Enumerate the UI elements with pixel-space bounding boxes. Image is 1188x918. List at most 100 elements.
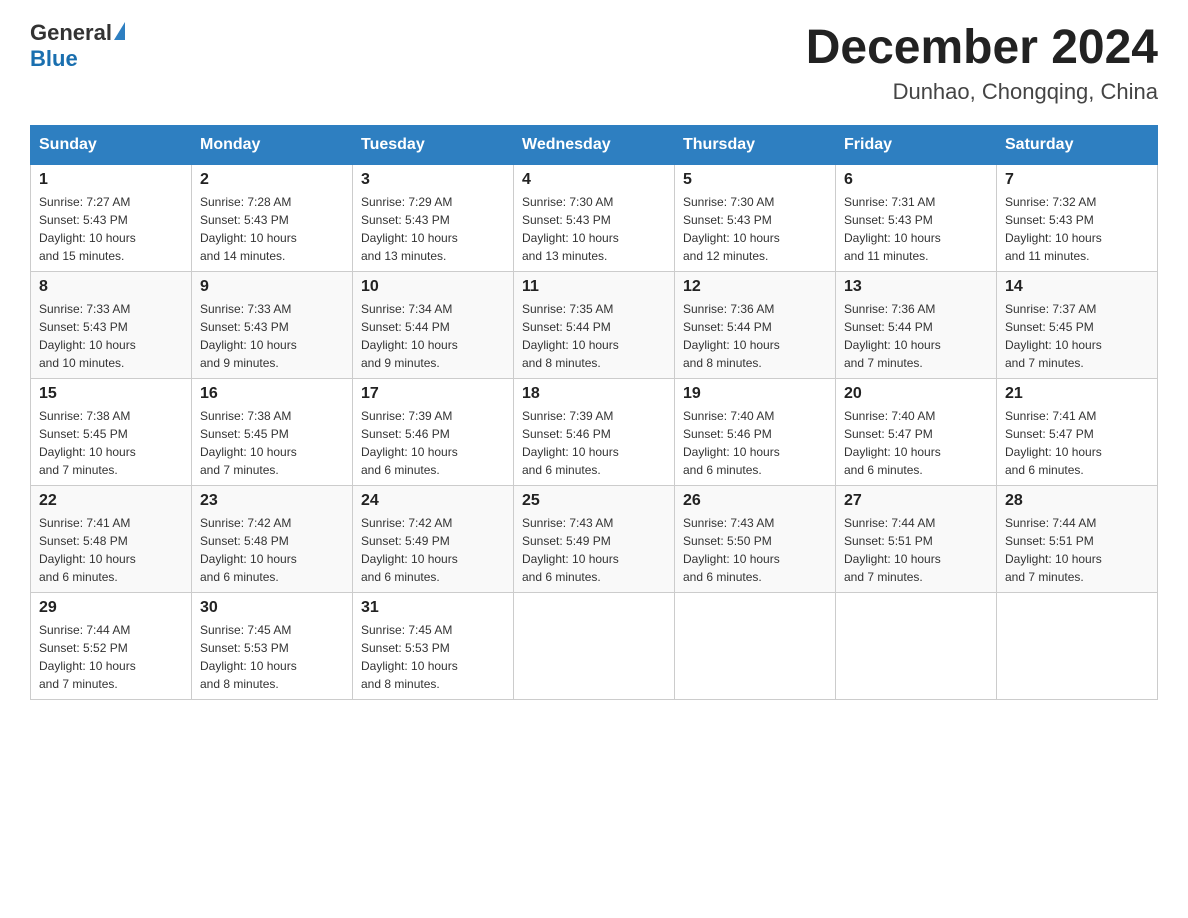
day-info: Sunrise: 7:34 AMSunset: 5:44 PMDaylight:… — [361, 300, 505, 372]
day-number: 18 — [522, 385, 666, 403]
day-info: Sunrise: 7:30 AMSunset: 5:43 PMDaylight:… — [683, 193, 827, 265]
day-number: 5 — [683, 171, 827, 189]
calendar-cell: 30 Sunrise: 7:45 AMSunset: 5:53 PMDayligh… — [192, 593, 353, 700]
day-info: Sunrise: 7:31 AMSunset: 5:43 PMDaylight:… — [844, 193, 988, 265]
week-row-4: 22 Sunrise: 7:41 AMSunset: 5:48 PMDayligh… — [31, 486, 1158, 593]
day-info: Sunrise: 7:40 AMSunset: 5:47 PMDaylight:… — [844, 407, 988, 479]
calendar-cell: 20 Sunrise: 7:40 AMSunset: 5:47 PMDayligh… — [836, 379, 997, 486]
calendar-cell: 6 Sunrise: 7:31 AMSunset: 5:43 PMDaylight… — [836, 165, 997, 272]
day-number: 24 — [361, 492, 505, 510]
day-info: Sunrise: 7:38 AMSunset: 5:45 PMDaylight:… — [200, 407, 344, 479]
calendar-cell: 29Sunrise: 7:44 AMSunset: 5:52 PMDayligh… — [31, 593, 192, 700]
calendar-cell: 23Sunrise: 7:42 AMSunset: 5:48 PMDayligh… — [192, 486, 353, 593]
calendar-cell: 24 Sunrise: 7:42 AMSunset: 5:49 PMDayligh… — [353, 486, 514, 593]
week-row-2: 8 Sunrise: 7:33 AMSunset: 5:43 PMDaylight… — [31, 272, 1158, 379]
calendar-cell: 13 Sunrise: 7:36 AMSunset: 5:44 PMDayligh… — [836, 272, 997, 379]
day-number: 3 — [361, 171, 505, 189]
day-info: Sunrise: 7:28 AMSunset: 5:43 PMDaylight:… — [200, 193, 344, 265]
day-info: Sunrise: 7:41 AMSunset: 5:47 PMDaylight:… — [1005, 407, 1149, 479]
day-number: 9 — [200, 278, 344, 296]
calendar-table: SundayMondayTuesdayWednesdayThursdayFrid… — [30, 125, 1158, 700]
header-wednesday: Wednesday — [514, 126, 675, 165]
calendar-cell: 2 Sunrise: 7:28 AMSunset: 5:43 PMDaylight… — [192, 165, 353, 272]
day-number: 15 — [39, 385, 183, 403]
day-info: Sunrise: 7:45 AMSunset: 5:53 PMDaylight:… — [200, 621, 344, 693]
header-saturday: Saturday — [997, 126, 1158, 165]
day-number: 25 — [522, 492, 666, 510]
day-number: 23 — [200, 492, 344, 510]
day-info: Sunrise: 7:37 AMSunset: 5:45 PMDaylight:… — [1005, 300, 1149, 372]
calendar-cell: 14 Sunrise: 7:37 AMSunset: 5:45 PMDayligh… — [997, 272, 1158, 379]
day-number: 30 — [200, 599, 344, 617]
calendar-subtitle: Dunhao, Chongqing, China — [806, 79, 1158, 105]
day-info: Sunrise: 7:29 AMSunset: 5:43 PMDaylight:… — [361, 193, 505, 265]
day-number: 22 — [39, 492, 183, 510]
header: General Blue December 2024 Dunhao, Chong… — [30, 20, 1158, 105]
calendar-cell — [997, 593, 1158, 700]
calendar-cell — [514, 593, 675, 700]
day-info: Sunrise: 7:39 AMSunset: 5:46 PMDaylight:… — [361, 407, 505, 479]
day-number: 6 — [844, 171, 988, 189]
calendar-cell: 10 Sunrise: 7:34 AMSunset: 5:44 PMDayligh… — [353, 272, 514, 379]
calendar-cell: 18Sunrise: 7:39 AMSunset: 5:46 PMDayligh… — [514, 379, 675, 486]
day-number: 10 — [361, 278, 505, 296]
day-number: 26 — [683, 492, 827, 510]
day-info: Sunrise: 7:36 AMSunset: 5:44 PMDaylight:… — [844, 300, 988, 372]
calendar-cell: 7Sunrise: 7:32 AMSunset: 5:43 PMDaylight… — [997, 165, 1158, 272]
day-info: Sunrise: 7:43 AMSunset: 5:49 PMDaylight:… — [522, 514, 666, 586]
calendar-cell: 21 Sunrise: 7:41 AMSunset: 5:47 PMDayligh… — [997, 379, 1158, 486]
calendar-cell: 5 Sunrise: 7:30 AMSunset: 5:43 PMDaylight… — [675, 165, 836, 272]
calendar-cell — [675, 593, 836, 700]
calendar-cell: 19 Sunrise: 7:40 AMSunset: 5:46 PMDayligh… — [675, 379, 836, 486]
day-info: Sunrise: 7:43 AMSunset: 5:50 PMDaylight:… — [683, 514, 827, 586]
logo: General Blue — [30, 20, 125, 72]
calendar-cell: 4Sunrise: 7:30 AMSunset: 5:43 PMDaylight… — [514, 165, 675, 272]
day-number: 8 — [39, 278, 183, 296]
day-info: Sunrise: 7:33 AMSunset: 5:43 PMDaylight:… — [200, 300, 344, 372]
calendar-cell: 25 Sunrise: 7:43 AMSunset: 5:49 PMDayligh… — [514, 486, 675, 593]
logo-blue-text: Blue — [30, 46, 78, 72]
day-info: Sunrise: 7:40 AMSunset: 5:46 PMDaylight:… — [683, 407, 827, 479]
day-number: 21 — [1005, 385, 1149, 403]
day-number: 1 — [39, 171, 183, 189]
day-number: 31 — [361, 599, 505, 617]
day-number: 20 — [844, 385, 988, 403]
day-number: 17 — [361, 385, 505, 403]
calendar-cell: 31 Sunrise: 7:45 AMSunset: 5:53 PMDayligh… — [353, 593, 514, 700]
week-row-1: 1Sunrise: 7:27 AMSunset: 5:43 PMDaylight… — [31, 165, 1158, 272]
calendar-cell: 12Sunrise: 7:36 AMSunset: 5:44 PMDayligh… — [675, 272, 836, 379]
logo-general-text: General — [30, 20, 112, 46]
calendar-cell: 27 Sunrise: 7:44 AMSunset: 5:51 PMDayligh… — [836, 486, 997, 593]
header-tuesday: Tuesday — [353, 126, 514, 165]
day-info: Sunrise: 7:32 AMSunset: 5:43 PMDaylight:… — [1005, 193, 1149, 265]
calendar-cell: 11 Sunrise: 7:35 AMSunset: 5:44 PMDayligh… — [514, 272, 675, 379]
calendar-header-row: SundayMondayTuesdayWednesdayThursdayFrid… — [31, 126, 1158, 165]
week-row-3: 15 Sunrise: 7:38 AMSunset: 5:45 PMDayligh… — [31, 379, 1158, 486]
title-area: December 2024 Dunhao, Chongqing, China — [806, 20, 1158, 105]
day-number: 14 — [1005, 278, 1149, 296]
logo-triangle-icon — [114, 22, 125, 40]
day-number: 2 — [200, 171, 344, 189]
calendar-cell: 26 Sunrise: 7:43 AMSunset: 5:50 PMDayligh… — [675, 486, 836, 593]
day-info: Sunrise: 7:44 AMSunset: 5:51 PMDaylight:… — [1005, 514, 1149, 586]
header-thursday: Thursday — [675, 126, 836, 165]
header-monday: Monday — [192, 126, 353, 165]
day-number: 11 — [522, 278, 666, 296]
day-info: Sunrise: 7:42 AMSunset: 5:49 PMDaylight:… — [361, 514, 505, 586]
day-number: 19 — [683, 385, 827, 403]
day-number: 16 — [200, 385, 344, 403]
calendar-cell: 1Sunrise: 7:27 AMSunset: 5:43 PMDaylight… — [31, 165, 192, 272]
day-info: Sunrise: 7:35 AMSunset: 5:44 PMDaylight:… — [522, 300, 666, 372]
day-number: 27 — [844, 492, 988, 510]
day-info: Sunrise: 7:41 AMSunset: 5:48 PMDaylight:… — [39, 514, 183, 586]
calendar-cell: 9 Sunrise: 7:33 AMSunset: 5:43 PMDaylight… — [192, 272, 353, 379]
day-info: Sunrise: 7:45 AMSunset: 5:53 PMDaylight:… — [361, 621, 505, 693]
day-info: Sunrise: 7:30 AMSunset: 5:43 PMDaylight:… — [522, 193, 666, 265]
day-number: 13 — [844, 278, 988, 296]
day-number: 29 — [39, 599, 183, 617]
day-info: Sunrise: 7:44 AMSunset: 5:51 PMDaylight:… — [844, 514, 988, 586]
calendar-cell — [836, 593, 997, 700]
calendar-title: December 2024 — [806, 20, 1158, 75]
day-info: Sunrise: 7:33 AMSunset: 5:43 PMDaylight:… — [39, 300, 183, 372]
calendar-cell: 3 Sunrise: 7:29 AMSunset: 5:43 PMDaylight… — [353, 165, 514, 272]
